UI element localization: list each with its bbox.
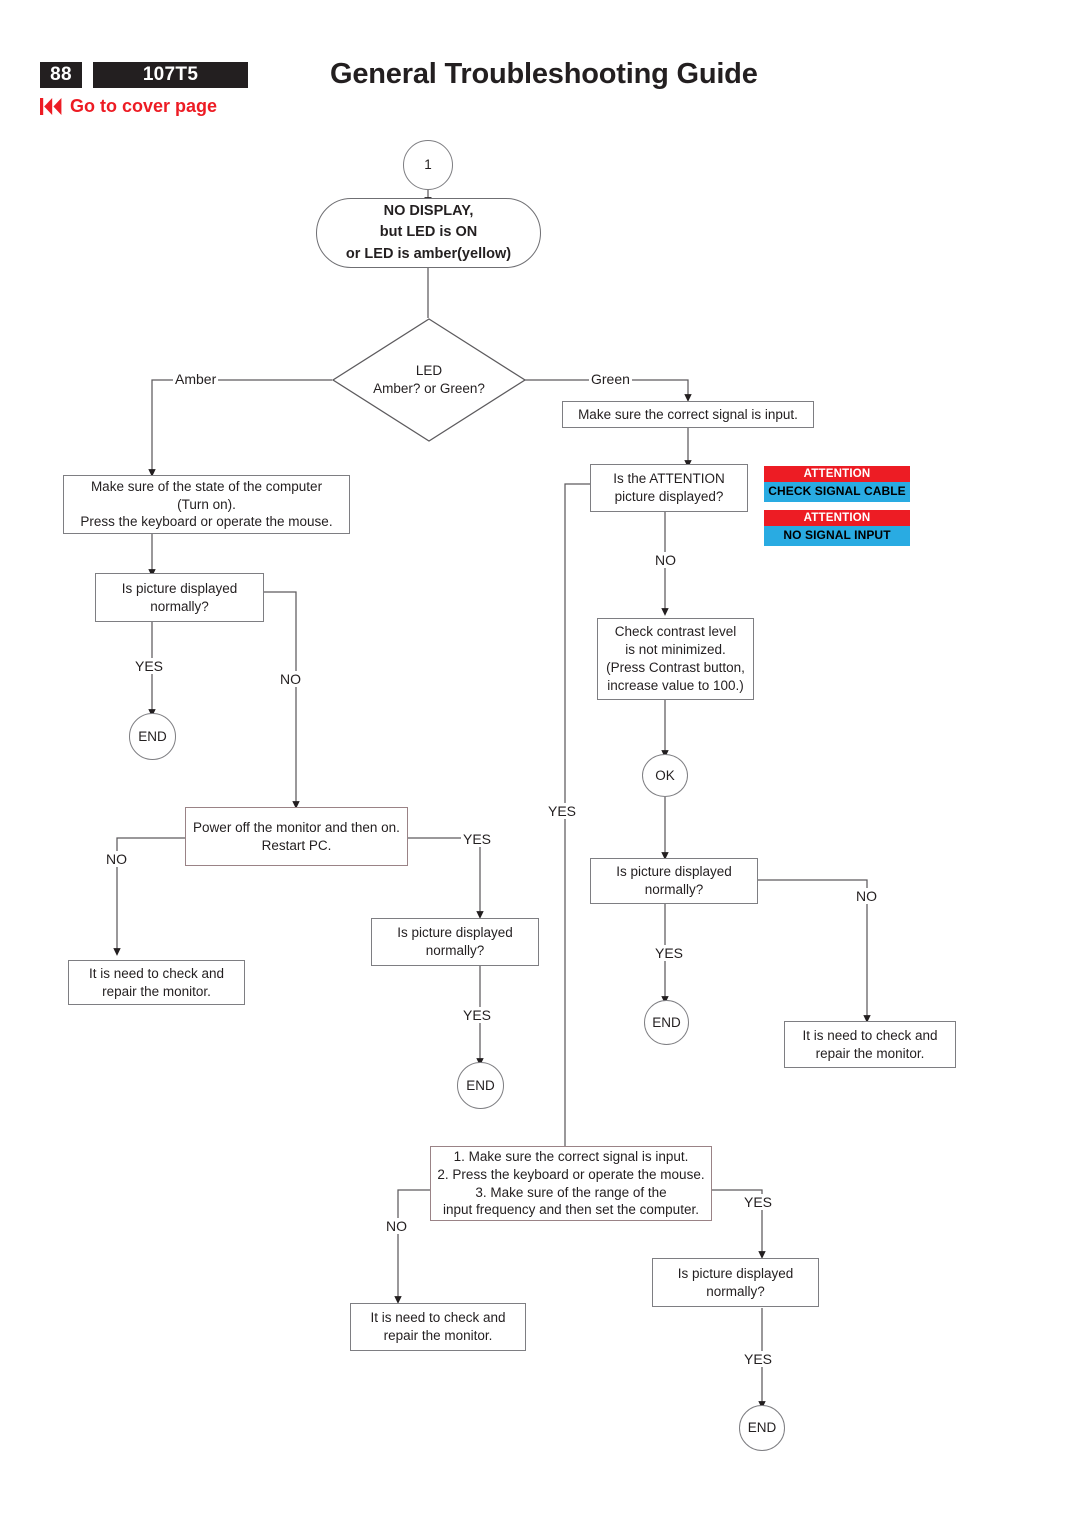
end-node-bottom: END	[739, 1405, 785, 1451]
flow-start-marker-label: 1	[424, 157, 432, 173]
correct-signal-node: Make sure the correct signal is input.	[562, 401, 814, 428]
picture-normal-question-bottom-line-1: Is picture displayed	[677, 1265, 794, 1281]
attention-badge-message-2: NO SIGNAL INPUT	[764, 526, 910, 546]
check-contrast-line-4: increase value to 100.)	[607, 677, 744, 693]
end-node-left-2-label: END	[466, 1077, 495, 1093]
check-computer-state-line-3: Press the keyboard or operate the mouse.	[80, 514, 333, 530]
led-decision-line-1: LED	[415, 363, 443, 379]
picture-normal-question-bottom: Is picture displayed normally?	[652, 1258, 819, 1307]
check-contrast-line-2: is not minimized.	[625, 642, 726, 658]
picture-normal-question-left-2-line-1: Is picture displayed	[397, 925, 513, 941]
end-node-left-2: END	[457, 1062, 504, 1109]
symptom-line-3: or LED is amber(yellow)	[345, 245, 512, 262]
recovery-steps-node: 1. Make sure the correct signal is input…	[430, 1146, 712, 1221]
picture-normal-question-left-line-2: normally?	[150, 598, 209, 614]
recovery-steps-line-4: input frequency and then set the compute…	[443, 1202, 699, 1218]
ok-node: OK	[642, 754, 688, 797]
edge-label-yes-bottom-1: YES	[742, 1194, 775, 1210]
edge-label-green: Green	[589, 371, 632, 387]
picture-normal-question-right-line-1: Is picture displayed	[616, 864, 732, 880]
end-node-left-1: END	[129, 713, 176, 760]
repair-monitor-left-line-1: It is need to check and	[88, 965, 225, 981]
symptom-node: NO DISPLAY, but LED is ON or LED is ambe…	[316, 198, 541, 268]
edge-label-yes-right-2: YES	[653, 945, 686, 961]
picture-normal-question-left-line-1: Is picture displayed	[121, 580, 238, 596]
edge-label-yes-bottom-2: YES	[742, 1351, 775, 1367]
ok-node-label: OK	[655, 767, 675, 783]
repair-monitor-right-line-1: It is need to check and	[802, 1027, 938, 1043]
picture-normal-question-left-2: Is picture displayed normally?	[371, 918, 539, 966]
check-contrast-node: Check contrast level is not minimized. (…	[597, 618, 754, 700]
attention-picture-question-line-2: picture displayed?	[614, 489, 724, 504]
edge-label-no-bottom: NO	[384, 1218, 409, 1234]
check-contrast-line-1: Check contrast level	[614, 624, 737, 640]
symptom-line-2: but LED is ON	[379, 224, 478, 241]
check-computer-state-node: Make sure of the state of the computer (…	[63, 475, 350, 534]
check-computer-state-line-2: (Turn on).	[177, 496, 236, 512]
end-node-right-1: END	[644, 1000, 689, 1045]
edge-label-yes-right-main: YES	[546, 803, 579, 819]
flow-start-marker: 1	[403, 140, 453, 190]
led-decision-line-2: Amber? or Green?	[373, 381, 485, 396]
repair-monitor-node-bottom: It is need to check and repair the monit…	[350, 1303, 526, 1351]
led-color-decision: LED Amber? or Green?	[332, 318, 526, 442]
power-cycle-line-1: Power off the monitor and then on.	[193, 819, 400, 835]
edge-label-no-right-2: NO	[854, 888, 879, 904]
end-node-bottom-label: END	[747, 1420, 777, 1436]
correct-signal-label: Make sure the correct signal is input.	[578, 406, 798, 422]
attention-picture-question-line-1: Is the ATTENTION	[613, 471, 725, 487]
picture-normal-question-left: Is picture displayed normally?	[95, 573, 264, 622]
attention-badge-no-signal-input: ATTENTION NO SIGNAL INPUT	[764, 510, 910, 546]
picture-normal-question-right: Is picture displayed normally?	[590, 858, 758, 904]
edge-label-yes-left-3: YES	[461, 1007, 494, 1023]
recovery-steps-line-2: 2. Press the keyboard or operate the mou…	[437, 1166, 705, 1182]
power-cycle-node: Power off the monitor and then on. Resta…	[185, 807, 408, 866]
attention-picture-question: Is the ATTENTION picture displayed?	[590, 464, 748, 512]
edge-label-no-left-1: NO	[278, 671, 303, 687]
symptom-line-1: NO DISPLAY,	[383, 203, 474, 220]
edge-label-no-right-1: NO	[653, 552, 678, 568]
end-node-right-1-label: END	[652, 1014, 681, 1030]
end-node-left-1-label: END	[138, 728, 167, 744]
repair-monitor-bottom-line-2: repair the monitor.	[383, 1328, 493, 1343]
picture-normal-question-left-2-line-2: normally?	[425, 943, 485, 958]
recovery-steps-line-3: 3. Make sure of the range of the	[475, 1184, 667, 1200]
repair-monitor-bottom-line-1: It is need to check and	[370, 1310, 506, 1326]
recovery-steps-line-1: 1. Make sure the correct signal is input…	[453, 1148, 689, 1164]
attention-badge-check-signal-cable: ATTENTION CHECK SIGNAL CABLE	[764, 466, 910, 502]
edge-label-amber: Amber	[173, 371, 219, 387]
picture-normal-question-right-line-2: normally?	[644, 882, 704, 897]
check-computer-state-line-1: Make sure of the state of the computer	[90, 478, 323, 494]
repair-monitor-left-line-2: repair the monitor.	[102, 983, 211, 999]
edge-label-yes-left-2: YES	[461, 831, 494, 847]
repair-monitor-node-left: It is need to check and repair the monit…	[68, 960, 245, 1005]
picture-normal-question-bottom-line-2: normally?	[706, 1283, 765, 1299]
repair-monitor-node-right: It is need to check and repair the monit…	[784, 1021, 956, 1068]
attention-badge-heading-1: ATTENTION	[764, 466, 910, 483]
repair-monitor-right-line-2: repair the monitor.	[815, 1045, 925, 1061]
edge-label-yes-left-1: YES	[133, 658, 166, 674]
edge-label-no-left-2: NO	[104, 851, 129, 867]
attention-badge-heading-2: ATTENTION	[764, 510, 910, 527]
check-contrast-line-3: (Press Contrast button,	[606, 660, 745, 675]
troubleshooting-flowchart: 1 NO DISPLAY, but LED is ON or LED is am…	[0, 0, 1080, 1525]
power-cycle-line-2: Restart PC.	[261, 837, 332, 853]
attention-badge-message-1: CHECK SIGNAL CABLE	[764, 482, 910, 502]
